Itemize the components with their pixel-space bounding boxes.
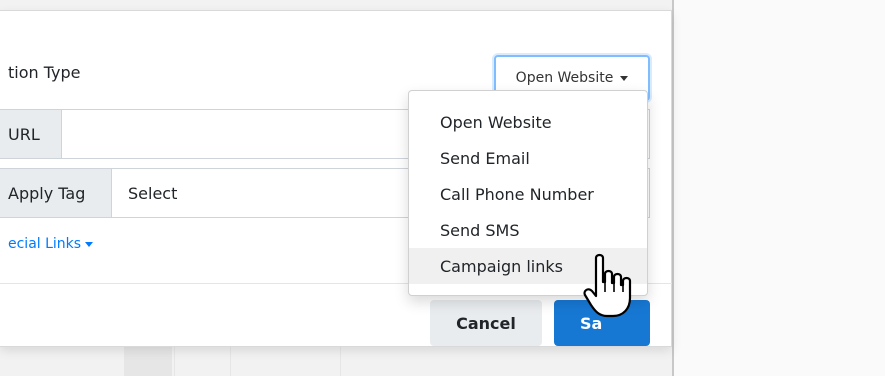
action-type-button-label: Open Website xyxy=(515,70,614,86)
background-pane xyxy=(672,0,885,376)
url-addon: URL xyxy=(0,110,62,158)
menu-item-send-sms[interactable]: Send SMS xyxy=(409,212,647,248)
apply-tag-addon: Apply Tag xyxy=(0,169,112,217)
special-links-toggle[interactable]: ecial Links xyxy=(8,236,94,252)
hand-pointer-icon xyxy=(583,253,632,318)
background-table-chip xyxy=(124,347,172,376)
cancel-button[interactable]: Cancel xyxy=(430,300,542,346)
menu-item-send-email[interactable]: Send Email xyxy=(409,140,647,176)
caret-down-icon xyxy=(85,241,94,247)
menu-item-call-phone-number[interactable]: Call Phone Number xyxy=(409,176,647,212)
caret-down-icon xyxy=(620,75,629,81)
pane-divider xyxy=(672,0,674,376)
menu-item-open-website[interactable]: Open Website xyxy=(409,104,647,140)
action-type-label: tion Type xyxy=(8,63,81,82)
special-links-label: ecial Links xyxy=(8,236,82,252)
